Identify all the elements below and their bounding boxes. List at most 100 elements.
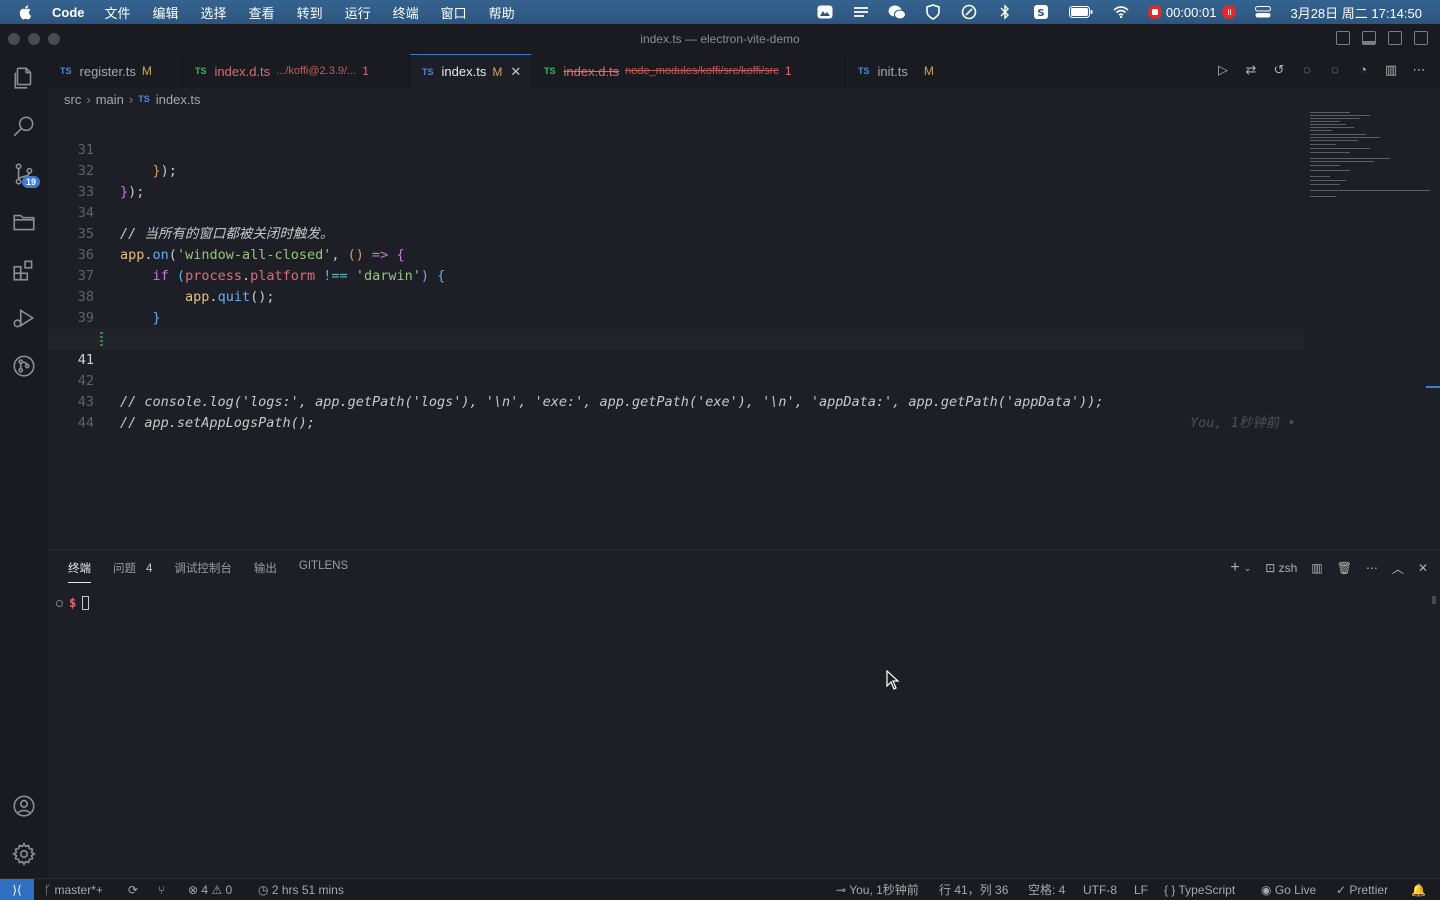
tab-description: node_modules/koffi/src/koffi/src <box>625 65 779 77</box>
toggle-primary-sidebar-icon[interactable] <box>1336 31 1350 45</box>
close-window-button[interactable] <box>8 33 20 45</box>
menubar-status-area: S 00:00:01 II 3月28日 周二 17:14:50 <box>798 0 1422 24</box>
more-actions-icon[interactable]: ⋯ <box>1366 561 1378 575</box>
chevron-down-icon[interactable]: ⌄ <box>1244 563 1252 574</box>
preview-icon[interactable] <box>816 4 834 20</box>
split-terminal-icon[interactable]: ▥ <box>1311 561 1322 575</box>
revert-icon[interactable]: ↺ <box>1272 63 1286 77</box>
menu-selection[interactable]: 选择 <box>201 3 227 22</box>
encoding[interactable]: UTF-8 <box>1083 879 1117 900</box>
extensions-icon[interactable] <box>0 246 48 294</box>
next-change-icon[interactable]: ◌ <box>1328 63 1342 77</box>
braces-icon: { } <box>1164 883 1176 897</box>
end-of-line[interactable]: LF <box>1134 879 1148 900</box>
indentation[interactable]: 空格: 4 <box>1028 879 1065 900</box>
explorer-icon[interactable] <box>0 54 48 102</box>
search-spotlight-icon[interactable] <box>960 4 978 20</box>
zoom-window-button[interactable] <box>48 33 60 45</box>
compare-changes-icon[interactable]: ⇄ <box>1244 63 1258 77</box>
toggle-panel-icon[interactable] <box>1362 31 1376 45</box>
tab-modified-badge: M <box>923 64 934 78</box>
close-panel-icon[interactable]: ✕ <box>1418 561 1428 575</box>
trash-icon[interactable]: 🗑 <box>1337 561 1352 575</box>
tab-index-ts[interactable]: TS index.ts M ✕ <box>410 54 532 88</box>
menu-file[interactable]: 文件 <box>105 3 131 22</box>
breadcrumb-folder-src[interactable]: src <box>64 92 81 107</box>
check-double-icon: ✓ <box>1336 883 1347 897</box>
menu-terminal[interactable]: 终端 <box>393 3 419 22</box>
menu-window[interactable]: 窗口 <box>441 3 467 22</box>
terminal-scrollbar[interactable] <box>1432 596 1436 604</box>
folder-icon[interactable] <box>0 198 48 246</box>
new-terminal-icon[interactable]: + <box>1230 559 1239 577</box>
tab-init-ts[interactable]: TS init.ts M <box>846 54 956 88</box>
cursor-position[interactable]: 行 41，列 36 <box>939 879 1008 900</box>
mouse-cursor-icon <box>886 670 900 690</box>
customize-layout-icon[interactable] <box>1414 31 1428 45</box>
search-icon[interactable] <box>0 102 48 150</box>
gitlens-icon[interactable] <box>0 342 48 390</box>
tab-label: index.d.ts <box>214 63 271 79</box>
language-mode[interactable]: { } TypeScript <box>1164 879 1235 900</box>
minimize-window-button[interactable] <box>28 33 40 45</box>
run-icon[interactable]: ▷ <box>1216 63 1230 77</box>
notifications-bell-icon[interactable]: 🔔 <box>1411 879 1426 900</box>
apple-icon[interactable] <box>18 4 34 20</box>
terminal-prompt-line[interactable]: $ <box>56 596 90 610</box>
time-tracker[interactable]: ◷ 2 hrs 51 mins <box>258 879 344 900</box>
shield-icon[interactable] <box>924 4 942 20</box>
gitlens-blame-status[interactable]: ⊸ You, 1秒钟前 <box>836 879 919 900</box>
gitlens-blame-icon[interactable]: ◔ <box>1356 63 1370 77</box>
tab-terminal[interactable]: 终端 <box>68 560 91 583</box>
git-graph-icon[interactable]: ⑂ <box>158 879 165 900</box>
code-line-current: 41 // console.log('logs:', app.getPath('… <box>48 329 1304 431</box>
menu-go[interactable]: 转到 <box>297 3 323 22</box>
notes-icon[interactable] <box>852 4 870 20</box>
more-actions-icon[interactable]: ⋯ <box>1412 63 1426 77</box>
prettier-status[interactable]: ✓ Prettier <box>1336 879 1388 900</box>
accounts-icon[interactable] <box>0 782 48 830</box>
terminal-icon: ⊡ <box>1265 561 1276 575</box>
menubar-app-name[interactable]: Code <box>52 5 85 20</box>
tab-index-d-ts-node-modules[interactable]: TS index.d.ts node_modules/koffi/src/kof… <box>532 54 846 88</box>
wechat-icon[interactable] <box>888 4 906 20</box>
pause-icon[interactable]: II <box>1222 5 1237 19</box>
minimap[interactable] <box>1306 110 1440 548</box>
window-titlebar: index.ts — electron-vite-demo <box>0 24 1440 54</box>
split-editor-icon[interactable]: ▥ <box>1384 63 1398 77</box>
tab-problems[interactable]: 问题 4 <box>113 560 152 583</box>
maximize-panel-icon[interactable]: ︿ <box>1392 560 1404 577</box>
tab-debug-console[interactable]: 调试控制台 <box>174 560 232 583</box>
tab-gitlens[interactable]: GITLENS <box>299 560 348 583</box>
tab-output[interactable]: 输出 <box>254 560 277 583</box>
tab-index-d-ts-koffi[interactable]: TS index.d.ts .../koffi@2.3.9/... 1 <box>183 54 410 88</box>
menu-help[interactable]: 帮助 <box>489 3 515 22</box>
run-debug-icon[interactable] <box>0 294 48 342</box>
toggle-secondary-sidebar-icon[interactable] <box>1388 31 1402 45</box>
source-control-icon[interactable]: 19 <box>0 150 48 198</box>
problems-indicator[interactable]: ⊗ 4 ⚠ 0 <box>188 879 232 900</box>
remote-indicator-icon[interactable]: ⟩⟨ <box>0 879 34 900</box>
terminal-shell-selector[interactable]: ⊡ zsh <box>1265 561 1297 575</box>
previous-change-icon[interactable]: ◌ <box>1300 63 1314 77</box>
menu-view[interactable]: 查看 <box>249 3 275 22</box>
settings-gear-icon[interactable] <box>0 830 48 878</box>
menu-edit[interactable]: 编辑 <box>153 3 179 22</box>
sync-icon[interactable]: ⟳ <box>128 879 138 900</box>
branch-indicator[interactable]: ᚴ master*+ <box>44 879 103 900</box>
breadcrumb-file[interactable]: index.ts <box>156 92 201 107</box>
close-tab-icon[interactable]: ✕ <box>510 64 521 80</box>
screen-recording-indicator[interactable]: 00:00:01 II <box>1147 5 1237 20</box>
wifi-icon[interactable] <box>1112 4 1130 20</box>
battery-icon <box>1068 4 1094 20</box>
menu-run[interactable]: 运行 <box>345 3 371 22</box>
code-editor[interactable]: 31 }); }); 32 });}); 33 34 // 当所有的窗口都被关闭… <box>48 110 1304 548</box>
menubar-datetime[interactable]: 3月28日 周二 17:14:50 <box>1290 3 1422 22</box>
tab-label: register.ts <box>79 63 136 79</box>
breadcrumb-folder-main[interactable]: main <box>96 92 124 107</box>
bluetooth-icon[interactable] <box>996 4 1014 20</box>
control-center-icon[interactable] <box>1254 4 1272 20</box>
sogou-icon[interactable]: S <box>1032 4 1050 20</box>
tab-register-ts[interactable]: TS register.ts M <box>48 54 183 88</box>
go-live-button[interactable]: ◉ Go Live <box>1261 879 1316 900</box>
